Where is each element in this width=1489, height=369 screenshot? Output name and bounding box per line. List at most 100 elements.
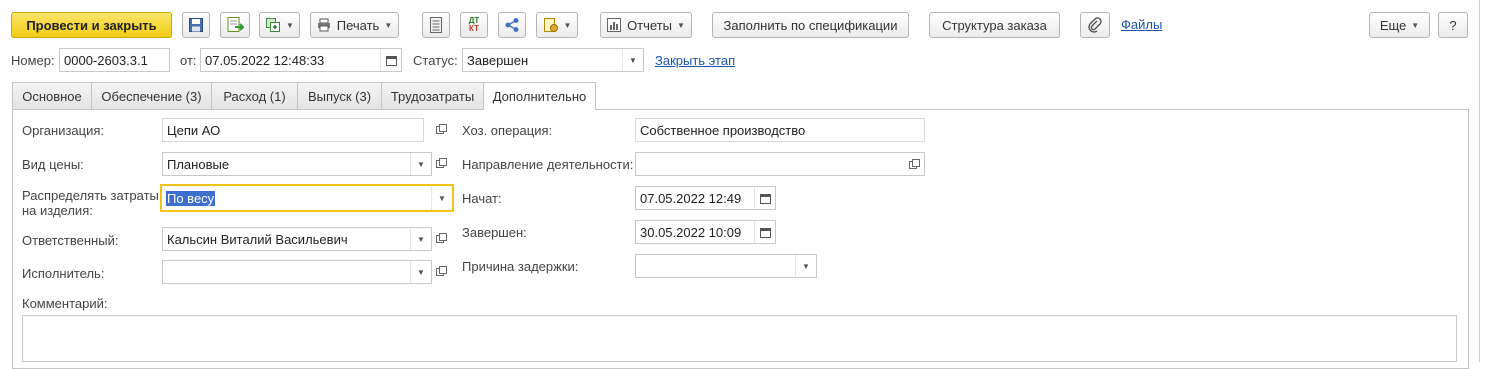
tab-additional[interactable]: Дополнительно: [483, 82, 596, 110]
tab-label: Расход (1): [223, 88, 286, 104]
close-stage-link[interactable]: Закрыть этап: [655, 53, 735, 68]
post-document-icon: [226, 16, 244, 34]
calendar-icon[interactable]: [754, 221, 775, 243]
tab-provision[interactable]: Обеспечение (3): [91, 82, 212, 109]
direction-label: Направление деятельности:: [462, 157, 634, 172]
operation-label: Хоз. операция:: [462, 123, 553, 138]
attachments-menu-button[interactable]: ▼: [536, 12, 578, 38]
finished-date-input[interactable]: 30.05.2022 10:09: [635, 220, 776, 244]
distribute-costs-select[interactable]: По весу ▼: [160, 184, 454, 212]
open-external-icon: [435, 265, 447, 280]
paperclip-icon: [1088, 17, 1102, 33]
fill-by-spec-button[interactable]: Заполнить по спецификации: [712, 12, 909, 38]
responsible-value: Кальсин Виталий Васильевич: [167, 231, 348, 247]
files-link[interactable]: Файлы: [1121, 17, 1162, 32]
help-button[interactable]: ?: [1438, 12, 1468, 38]
delay-reason-select[interactable]: ▼: [635, 254, 817, 278]
more-label: Еще: [1379, 17, 1407, 33]
open-external-icon: [435, 157, 447, 172]
reports-button[interactable]: Отчеты ▼: [600, 12, 692, 38]
post-and-close-label: Провести и закрыть: [26, 17, 157, 33]
chevron-down-icon[interactable]: ▼: [795, 255, 816, 277]
help-label: ?: [1449, 17, 1457, 33]
comment-label: Комментарий:: [22, 296, 108, 311]
organization-label: Организация:: [22, 123, 105, 138]
started-date-input[interactable]: 07.05.2022 12:49: [635, 186, 776, 210]
price-type-select[interactable]: Плановые ▼: [162, 152, 432, 176]
save-button[interactable]: [182, 12, 210, 38]
save-icon: [188, 17, 204, 33]
chevron-down-icon[interactable]: ▼: [410, 261, 431, 283]
printer-icon: [317, 18, 331, 32]
chevron-down-icon: ▼: [286, 20, 294, 30]
structure-button[interactable]: [498, 12, 526, 38]
direction-field[interactable]: [635, 152, 925, 176]
number-label: Номер:: [11, 53, 55, 68]
responsible-label: Ответственный:: [22, 233, 119, 248]
tab-label: Дополнительно: [492, 89, 587, 104]
tab-consumption[interactable]: Расход (1): [211, 82, 298, 109]
tab-label: Выпуск (3): [307, 88, 372, 104]
create-based-on-button[interactable]: ▼: [259, 12, 300, 38]
reports-icon: [607, 18, 622, 32]
status-value: Завершен: [467, 52, 529, 68]
more-button[interactable]: Еще ▼: [1369, 12, 1430, 38]
window-edge: [1479, 0, 1480, 362]
open-organization-button[interactable]: [431, 118, 451, 142]
chevron-down-icon: ▼: [677, 20, 685, 30]
responsible-select[interactable]: Кальсин Виталий Васильевич ▼: [162, 227, 432, 251]
date-input[interactable]: 07.05.2022 12:48:33: [200, 48, 402, 72]
open-executor-button[interactable]: [431, 260, 451, 284]
tab-main[interactable]: Основное: [12, 82, 92, 109]
calendar-icon[interactable]: [380, 49, 401, 71]
register-list-icon: [430, 17, 442, 33]
chevron-down-icon[interactable]: ▼: [410, 153, 431, 175]
tab-label: Обеспечение (3): [101, 88, 202, 104]
order-structure-button[interactable]: Структура заказа: [929, 12, 1060, 38]
chevron-down-icon: ▼: [384, 20, 393, 30]
print-label: Печать: [336, 17, 380, 33]
price-type-value: Плановые: [167, 156, 230, 172]
chevron-down-icon[interactable]: ▼: [431, 186, 452, 210]
operation-field[interactable]: Собственное производство: [635, 118, 925, 142]
reports-label: Отчеты: [627, 17, 672, 33]
number-input[interactable]: 0000-2603.3.1: [59, 48, 170, 72]
post-and-close-button[interactable]: Провести и закрыть: [11, 12, 172, 38]
date-from-label: от:: [180, 53, 197, 68]
chevron-down-icon: ▼: [1411, 20, 1420, 30]
chevron-down-icon[interactable]: ▼: [622, 49, 643, 71]
finished-value: 30.05.2022 10:09: [640, 224, 742, 240]
tab-labor-costs[interactable]: Трудозатраты: [381, 82, 484, 109]
calendar-icon[interactable]: [754, 187, 775, 209]
dt-kt-icon: ДТ КТ: [469, 17, 480, 33]
operation-value: Собственное производство: [640, 122, 806, 138]
create-based-on-icon: [265, 17, 281, 33]
status-select[interactable]: Завершен ▼: [462, 48, 644, 72]
organization-value: Цепи АО: [167, 122, 221, 138]
open-external-icon: [435, 232, 447, 247]
tab-output[interactable]: Выпуск (3): [297, 82, 382, 109]
organization-field[interactable]: Цепи АО: [162, 118, 424, 142]
kt-label: КТ: [469, 24, 479, 33]
open-price-type-button[interactable]: [431, 152, 451, 176]
distribute-costs-label: Распределять затраты: [22, 188, 159, 203]
started-label: Начат:: [462, 191, 502, 206]
delay-reason-label: Причина задержки:: [462, 259, 579, 274]
date-value: 07.05.2022 12:48:33: [205, 52, 325, 68]
status-label: Статус:: [413, 53, 458, 68]
chevron-down-icon: ▼: [563, 20, 572, 30]
register-report-button[interactable]: [422, 12, 450, 38]
executor-select[interactable]: ▼: [162, 260, 432, 284]
open-responsible-button[interactable]: [431, 227, 451, 251]
executor-label: Исполнитель:: [22, 266, 105, 281]
finished-label: Завершен:: [462, 225, 527, 240]
open-external-icon[interactable]: [904, 158, 924, 170]
open-external-icon: [435, 123, 447, 138]
attach-file-button[interactable]: [1080, 12, 1110, 38]
dt-kt-button[interactable]: ДТ КТ: [460, 12, 488, 38]
post-button[interactable]: [220, 12, 250, 38]
comment-textarea[interactable]: [22, 315, 1457, 362]
chevron-down-icon[interactable]: ▼: [410, 228, 431, 250]
share-structure-icon: [504, 17, 520, 33]
print-button[interactable]: Печать ▼: [310, 12, 399, 38]
